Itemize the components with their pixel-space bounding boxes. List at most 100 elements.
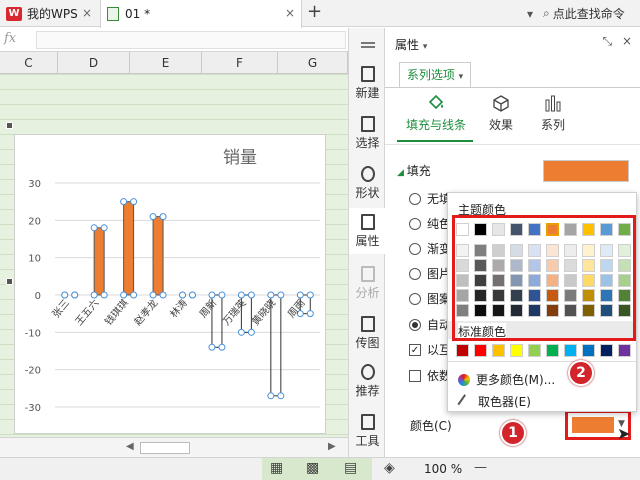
formula-input[interactable] xyxy=(36,31,346,49)
tab-my-wps[interactable]: W 我的WPS × xyxy=(0,0,98,27)
bar xyxy=(152,216,164,296)
standard-color-swatch[interactable] xyxy=(564,344,577,357)
command-search[interactable]: ▾ ⌕ 点此查找命令 xyxy=(527,0,625,27)
sheet-area[interactable]: C D E F G 销量 30 20 10 0 -10 -20 -30 张三 王五六 钱琪琪 赵孝龙林… xyxy=(0,52,348,437)
page-break-view-icon[interactable]: ▩ xyxy=(306,460,319,476)
tab-document[interactable]: 01 * × xyxy=(100,0,302,28)
x-tick-label: 周新 xyxy=(196,297,219,321)
side-upload-image[interactable]: 传图 xyxy=(349,316,386,351)
search-icon: ⌕ xyxy=(543,6,550,20)
y-tick-label: 0 xyxy=(35,291,41,302)
y-tick-label: 10 xyxy=(28,254,41,265)
fill-option-pattern[interactable]: 图案 xyxy=(409,290,451,307)
resize-handle[interactable] xyxy=(6,122,13,129)
standard-color-swatch[interactable] xyxy=(528,344,541,357)
scroll-left-icon[interactable]: ◀ xyxy=(126,441,134,452)
side-analysis[interactable]: 分析 xyxy=(349,266,386,301)
tab-effects[interactable]: 效果 xyxy=(481,94,521,133)
fx-icon[interactable]: fx xyxy=(4,31,16,46)
series-options-dropdown[interactable]: 系列选项 ▾ xyxy=(399,62,471,88)
divider xyxy=(448,361,636,362)
checkbox-invert[interactable]: ✓ xyxy=(409,343,421,356)
scroll-right-icon[interactable]: ▶ xyxy=(328,441,336,452)
radio-gradient[interactable] xyxy=(409,242,421,255)
close-icon[interactable]: × xyxy=(82,6,92,20)
fill-section-header[interactable]: ◢ 填充 xyxy=(397,162,431,179)
standard-color-swatch[interactable] xyxy=(456,344,469,357)
tab-my-wps-label: 我的WPS xyxy=(27,7,78,21)
x-tick-label: 周雨 xyxy=(286,297,308,320)
fill-option-none[interactable]: 无填 xyxy=(409,190,451,207)
column-header-e[interactable]: E xyxy=(130,52,202,74)
column-header-g[interactable]: G xyxy=(278,52,348,74)
fill-option-solid[interactable]: 纯色 xyxy=(409,215,451,232)
chevron-down-icon: ▾ xyxy=(422,42,428,52)
standard-color-swatch[interactable] xyxy=(618,344,631,357)
scroll-thumb[interactable] xyxy=(140,442,190,454)
radio-picture[interactable] xyxy=(409,267,421,280)
side-toolbox[interactable]: 工具 xyxy=(349,414,386,449)
shrink-icon[interactable]: ⤡ xyxy=(603,34,613,48)
collapse-handle-icon[interactable] xyxy=(349,38,386,56)
fill-color-swatch[interactable] xyxy=(543,160,629,182)
side-recommend[interactable]: 推荐 xyxy=(349,364,386,399)
fill-option-picture[interactable]: 图片 xyxy=(409,265,451,282)
chart[interactable]: 销量 30 20 10 0 -10 -20 -30 张三 王五六 钱琪琪 赵孝龙 林涛 周新 万瑞英 黄晓晓周… xyxy=(14,134,326,434)
side-toolbox-label: 工具 xyxy=(355,434,380,448)
side-shape-label: 形状 xyxy=(355,186,380,200)
panel-title[interactable]: 属性 ▾ xyxy=(395,36,427,53)
panel-title-text: 属性 xyxy=(395,38,420,52)
bar-selection-handle xyxy=(306,310,314,318)
fill-bucket-icon xyxy=(428,94,444,110)
side-shape[interactable]: 形状 xyxy=(349,166,386,201)
radio-pattern[interactable] xyxy=(409,292,421,305)
horizontal-scrollbar[interactable]: ◀ ▶ xyxy=(0,437,348,457)
zoom-level[interactable]: 100 % xyxy=(424,462,462,476)
eyedropper-item[interactable]: 取色器(E) xyxy=(457,393,531,410)
column-header-d[interactable]: D xyxy=(58,52,130,74)
tab-fill-line[interactable]: 填充与线条 xyxy=(397,94,475,133)
shape-icon xyxy=(360,166,375,182)
checkbox-vary[interactable] xyxy=(409,369,421,382)
radio-solid[interactable] xyxy=(409,217,421,230)
page-layout-icon[interactable]: ▤ xyxy=(344,460,357,476)
reading-mode-icon[interactable]: ◈ xyxy=(384,460,395,476)
close-icon[interactable]: × xyxy=(285,6,295,20)
recommend-icon xyxy=(360,364,375,380)
fill-option-invert[interactable]: ✓ 以互 xyxy=(409,341,451,358)
bar-selection-handle xyxy=(247,328,255,336)
fill-option-gradient[interactable]: 渐变 xyxy=(409,240,451,257)
normal-view-icon[interactable]: ▦ xyxy=(270,460,283,476)
tab-series[interactable]: 系列 xyxy=(533,94,573,133)
add-tab-button[interactable]: + xyxy=(307,1,322,22)
zoom-out-icon[interactable]: — xyxy=(474,460,487,475)
side-new[interactable]: 新建 xyxy=(349,66,386,101)
close-icon[interactable]: × xyxy=(622,34,632,48)
spreadsheet-icon xyxy=(107,7,119,21)
side-new-label: 新建 xyxy=(355,86,380,100)
bar-selection-handle xyxy=(237,291,245,299)
standard-color-swatch[interactable] xyxy=(600,344,613,357)
tab-fill-line-label: 填充与线条 xyxy=(405,118,466,132)
bar-selection-handle xyxy=(100,291,108,299)
tab-series-label: 系列 xyxy=(540,118,565,132)
resize-handle[interactable] xyxy=(6,278,13,285)
standard-color-swatch[interactable] xyxy=(492,344,505,357)
radio-auto[interactable] xyxy=(409,318,421,331)
column-header-c[interactable]: C xyxy=(0,52,58,74)
select-icon xyxy=(360,116,375,132)
standard-color-swatch[interactable] xyxy=(510,344,523,357)
radio-none[interactable] xyxy=(409,192,421,205)
fill-option-vary[interactable]: 依数 xyxy=(409,367,451,384)
standard-color-swatch[interactable] xyxy=(474,344,487,357)
column-header-f[interactable]: F xyxy=(202,52,278,74)
side-select[interactable]: 选择 xyxy=(349,116,386,151)
standard-color-swatch[interactable] xyxy=(546,344,559,357)
fill-option-auto[interactable]: 自动 xyxy=(409,316,451,333)
tab-effects-label: 效果 xyxy=(488,118,513,132)
bar-selection-handle xyxy=(247,291,255,299)
bar-selection-handle xyxy=(120,198,128,206)
standard-color-swatch[interactable] xyxy=(582,344,595,357)
side-property[interactable]: 属性 xyxy=(349,208,386,254)
more-colors-item[interactable]: 更多颜色(M)... xyxy=(458,371,555,388)
